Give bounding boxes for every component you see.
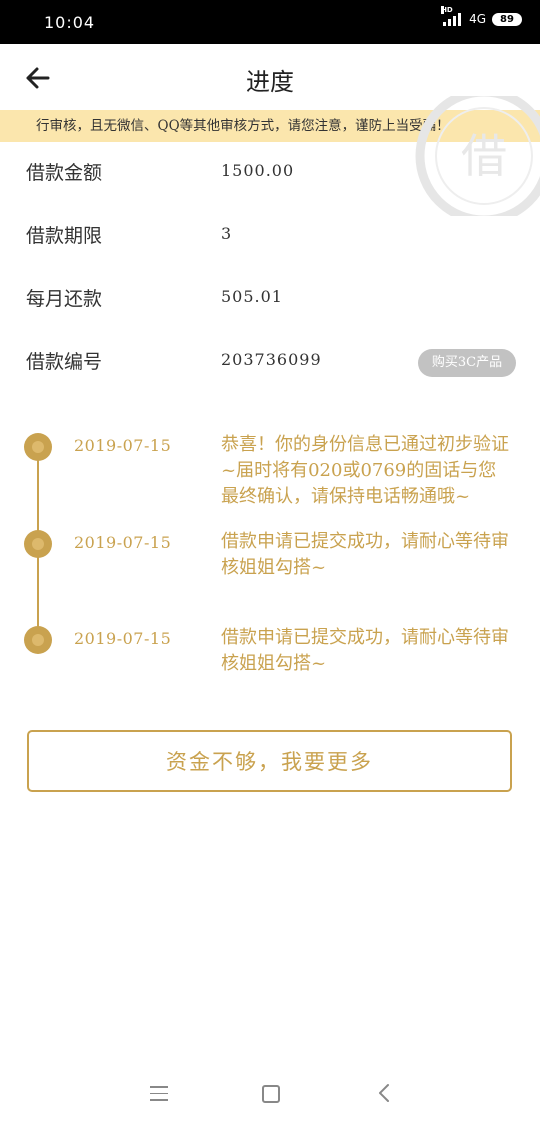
info-label: 每月还款 — [26, 288, 103, 310]
timeline-date: 2019-07-15 — [74, 436, 172, 455]
buy-3c-products-button[interactable]: 购买3C产品 — [418, 349, 516, 377]
status-time: 10:04 — [44, 13, 96, 32]
info-value: 505.01 — [221, 287, 283, 306]
hd-label: HD — [441, 6, 453, 14]
timeline-dot — [24, 530, 52, 558]
battery-icon: 89 — [492, 12, 522, 26]
timeline-date: 2019-07-15 — [74, 629, 172, 648]
status-bar: 10:04 HD 4G 89 — [0, 0, 540, 44]
timeline-dot — [24, 626, 52, 654]
status-indicators: HD 4G 89 — [441, 6, 522, 26]
notice-text: 行审核，且无微信、QQ等其他审核方式，请您注意，谨防上当受骗！ — [36, 118, 450, 134]
page-title: 进度 — [246, 68, 294, 96]
info-row-loan-number: 借款编号 203736099 购买3C产品 — [0, 341, 540, 381]
signal-icon: HD — [441, 6, 462, 26]
info-value: 1500.00 — [221, 161, 295, 180]
home-icon[interactable] — [262, 1085, 280, 1103]
timeline-text: 借款申请已提交成功，请耐心等待审核姐姐勾搭~ — [221, 529, 511, 581]
battery-level: 89 — [500, 13, 514, 25]
system-nav-bar — [0, 1064, 540, 1124]
network-label: 4G — [469, 12, 486, 26]
info-row-monthly-payment: 每月还款 505.01 — [0, 278, 540, 318]
timeline-text: 借款申请已提交成功，请耐心等待审核姐姐勾搭~ — [221, 627, 509, 674]
info-label: 借款编号 — [26, 351, 103, 373]
timeline-text: 恭喜！你的身份信息已通过初步验证~届时将有020或0769的固话与您最终确认，请… — [221, 434, 509, 507]
timeline-date: 2019-07-15 — [74, 533, 172, 552]
info-label: 借款金额 — [26, 162, 103, 184]
back-icon[interactable] — [376, 1082, 392, 1104]
info-row-amount: 借款金额 1500.00 — [0, 152, 540, 192]
timeline-dot — [24, 433, 52, 461]
menu-icon[interactable] — [150, 1086, 168, 1102]
info-value: 3 — [221, 224, 233, 243]
more-funds-button[interactable]: 资金不够，我要更多 — [27, 730, 512, 792]
info-row-term: 借款期限 3 — [0, 215, 540, 255]
info-value: 203736099 — [221, 350, 322, 369]
info-label: 借款期限 — [26, 225, 103, 247]
